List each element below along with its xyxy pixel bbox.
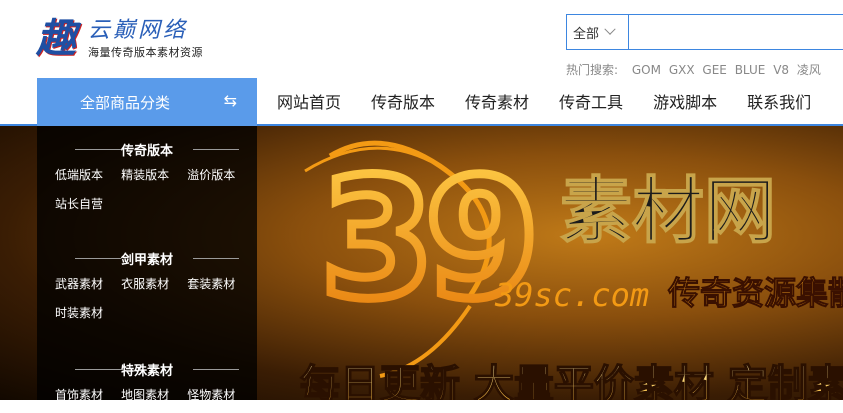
- logo-subtitle: 海量传奇版本素材资源: [88, 46, 203, 59]
- main-nav: 全部商品分类 ⇆ 网站首页 传奇版本 传奇素材 传奇工具 游戏脚本 联系我们: [0, 78, 843, 126]
- category-link[interactable]: 低端版本: [55, 166, 103, 183]
- search-box: 全部: [566, 14, 843, 50]
- nav-menu: 网站首页 传奇版本 传奇素材 传奇工具 游戏脚本 联系我们: [262, 78, 826, 124]
- logo-title: 云巅网络: [88, 18, 189, 43]
- category-links: 武器素材 衣服素材 套装素材 时装素材: [55, 273, 255, 331]
- hot-keyword[interactable]: BLUE: [735, 63, 766, 77]
- search-scope-select[interactable]: 全部: [567, 15, 629, 49]
- banner-tagline: 每日更新 大量平价素材 定制素: [300, 362, 843, 400]
- category-group-title: 特殊素材: [37, 360, 257, 379]
- all-categories-button[interactable]: 全部商品分类 ⇆: [37, 78, 257, 126]
- category-links: 首饰素材 地图素材 怪物素材: [55, 384, 255, 413]
- category-link[interactable]: 时装素材: [55, 304, 103, 321]
- category-link[interactable]: 武器素材: [55, 275, 103, 292]
- category-group-title: 剑甲素材: [37, 249, 257, 268]
- banner-title: 素材网: [560, 168, 776, 253]
- category-link[interactable]: 套装素材: [187, 275, 235, 292]
- nav-item-contact[interactable]: 联系我们: [732, 89, 826, 113]
- nav-item-materials[interactable]: 传奇素材: [450, 89, 544, 113]
- chevron-down-icon: [604, 23, 616, 35]
- category-link[interactable]: 首饰素材: [55, 386, 103, 403]
- hot-keyword[interactable]: GOM: [632, 63, 661, 77]
- nav-item-tools[interactable]: 传奇工具: [544, 89, 638, 113]
- logo-mark: 趣: [36, 15, 76, 62]
- hot-keyword[interactable]: V8: [773, 63, 789, 77]
- site-header: 趣 云巅网络 海量传奇版本素材资源 全部 热门搜索: GOM GXX GEE B…: [0, 0, 843, 78]
- nav-item-scripts[interactable]: 游戏脚本: [638, 89, 732, 113]
- category-link[interactable]: 站长自营: [55, 195, 103, 212]
- site-logo[interactable]: 趣 云巅网络 海量传奇版本素材资源: [36, 6, 216, 62]
- search-scope-label: 全部: [573, 26, 600, 42]
- category-group-title: 传奇版本: [37, 140, 257, 159]
- category-link[interactable]: 溢价版本: [187, 166, 235, 183]
- category-link[interactable]: 怪物素材: [187, 386, 235, 403]
- hot-keyword[interactable]: GXX: [669, 63, 695, 77]
- category-panel: 传奇版本 低端版本 精装版本 溢价版本 站长自营 剑甲素材 武器素材 衣服素材 …: [37, 126, 257, 402]
- category-links: 低端版本 精装版本 溢价版本 站长自营: [55, 164, 255, 222]
- hot-search: 热门搜索: GOM GXX GEE BLUE V8 凌风: [566, 61, 825, 78]
- banner-slogan: 传奇资源集散: [667, 274, 843, 312]
- swap-arrows-icon: ⇆: [223, 91, 237, 110]
- category-link[interactable]: 地图素材: [121, 386, 169, 403]
- banner-domain: 39sc.com: [494, 276, 649, 314]
- search-input[interactable]: [630, 15, 843, 49]
- hot-keyword[interactable]: 凌风: [797, 63, 821, 77]
- hot-keyword[interactable]: GEE: [702, 63, 726, 77]
- category-link[interactable]: 衣服素材: [121, 275, 169, 292]
- category-link[interactable]: 精装版本: [121, 166, 169, 183]
- nav-item-versions[interactable]: 传奇版本: [356, 89, 450, 113]
- hot-search-label: 热门搜索:: [566, 63, 619, 77]
- nav-item-home[interactable]: 网站首页: [262, 89, 356, 113]
- all-categories-label: 全部商品分类: [80, 93, 171, 112]
